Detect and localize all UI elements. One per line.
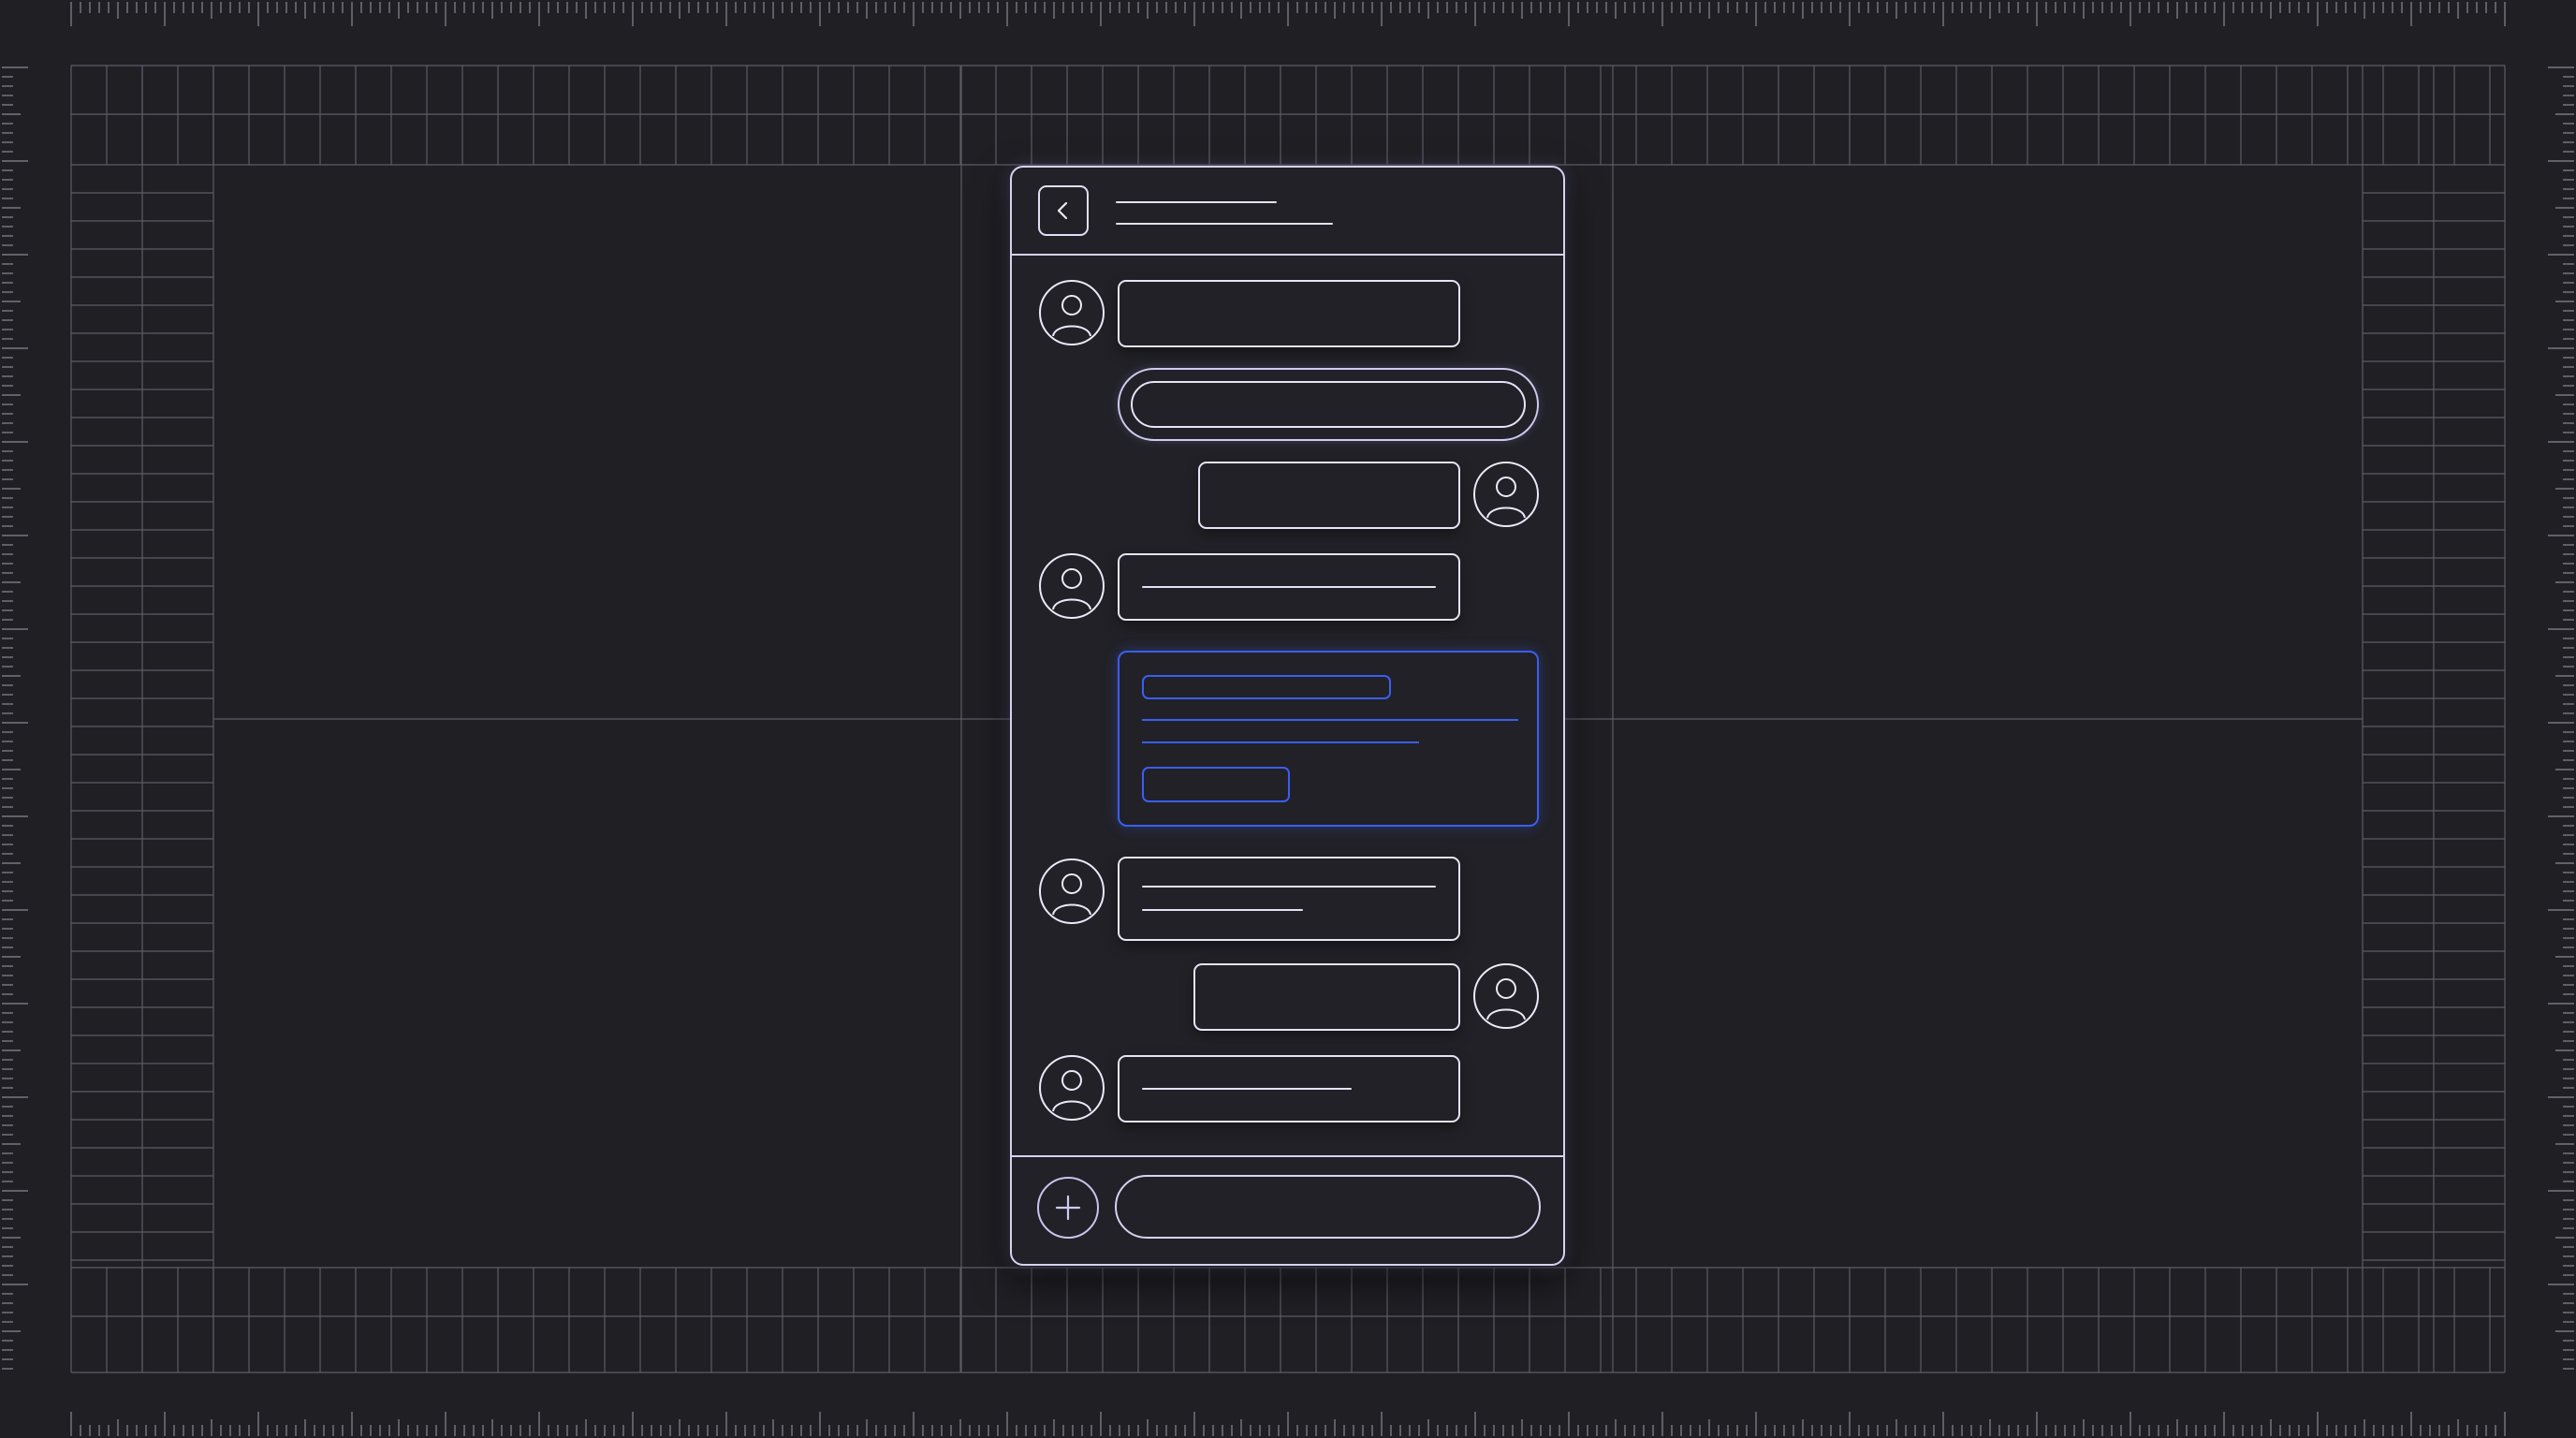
avatar	[1473, 462, 1539, 527]
message-bubble-incoming	[1118, 1055, 1460, 1123]
message-bubble-incoming	[1118, 857, 1460, 941]
text-line-placeholder	[1142, 909, 1303, 911]
avatar	[1039, 553, 1105, 619]
message-pill-inner	[1131, 381, 1526, 428]
chevron-left-icon	[1057, 201, 1068, 220]
avatar	[1473, 963, 1539, 1029]
card-text-line	[1142, 719, 1518, 721]
message-bubble-incoming	[1118, 553, 1460, 621]
text-line-placeholder	[1142, 586, 1436, 588]
message-bubble-outgoing	[1193, 963, 1460, 1031]
user-avatar-icon	[1052, 295, 1091, 337]
composer-divider	[1012, 1155, 1563, 1157]
avatar	[1039, 1055, 1105, 1121]
add-attachment-button[interactable]	[1037, 1177, 1099, 1239]
text-line-placeholder	[1142, 1088, 1352, 1090]
card-title-placeholder	[1142, 675, 1391, 699]
avatar	[1039, 858, 1105, 924]
header-subtitle-placeholder	[1116, 223, 1333, 225]
user-avatar-icon	[1052, 873, 1091, 916]
header-title-placeholder	[1116, 201, 1277, 203]
card-text-line	[1142, 741, 1419, 743]
card-action-button[interactable]	[1142, 767, 1290, 802]
highlighted-card[interactable]	[1118, 651, 1539, 827]
plus-icon	[1055, 1195, 1081, 1221]
bottom-ruler	[70, 1412, 2506, 1436]
header-divider	[1012, 254, 1563, 256]
top-ruler	[70, 2, 2506, 26]
message-input[interactable]	[1115, 1175, 1541, 1239]
user-avatar-icon	[1052, 568, 1091, 610]
back-button[interactable]	[1038, 185, 1089, 236]
message-bubble-outgoing	[1198, 462, 1460, 529]
right-ruler	[2548, 66, 2574, 1370]
left-ruler	[2, 66, 28, 1370]
message-bubble-incoming	[1118, 280, 1460, 347]
phone-frame	[1010, 166, 1565, 1266]
message-pill	[1118, 368, 1539, 441]
user-avatar-icon	[1486, 477, 1526, 519]
user-avatar-icon	[1052, 1070, 1091, 1112]
text-line-placeholder	[1142, 886, 1436, 888]
user-avatar-icon	[1486, 978, 1526, 1020]
avatar	[1039, 280, 1105, 345]
